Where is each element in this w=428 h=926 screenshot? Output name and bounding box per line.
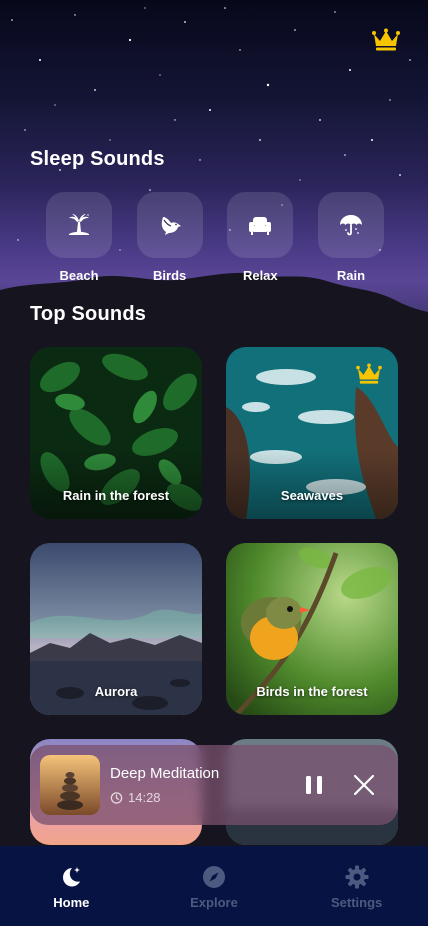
category-label: Relax bbox=[242, 268, 278, 283]
category-beach[interactable]: Beach bbox=[46, 192, 112, 283]
top-sounds-title: Top Sounds bbox=[30, 303, 147, 325]
player-thumbnail bbox=[40, 755, 100, 815]
sleep-categories: Beach Birds Relax Rain bbox=[46, 192, 384, 283]
card-label: Rain in the forest bbox=[62, 488, 170, 503]
sound-card-birds-in-the-forest[interactable]: Birds in the forest bbox=[226, 543, 398, 715]
category-label: Birds bbox=[153, 268, 187, 283]
category-birds-button[interactable] bbox=[136, 192, 203, 258]
umbrella-icon bbox=[339, 215, 362, 236]
armchair-icon bbox=[249, 217, 272, 235]
nav-home[interactable]: Home bbox=[21, 864, 121, 910]
timer-icon bbox=[110, 792, 123, 804]
palm-tree-icon bbox=[69, 214, 89, 235]
category-relax-button[interactable] bbox=[227, 192, 294, 258]
player-info: Deep Meditation 14:28 bbox=[110, 765, 302, 805]
sound-card-rain-in-the-forest[interactable]: Rain in the forest bbox=[30, 347, 202, 519]
card-label: Seawaves bbox=[280, 488, 344, 503]
nav-label: Explore bbox=[190, 895, 238, 910]
mini-player[interactable]: Deep Meditation 14:28 bbox=[30, 745, 398, 825]
moon-star-icon bbox=[63, 867, 81, 887]
nav-settings[interactable]: Settings bbox=[307, 864, 407, 910]
card-label: Aurora bbox=[94, 684, 138, 699]
stacked-stones-image bbox=[40, 755, 100, 815]
category-beach-button[interactable] bbox=[46, 192, 112, 258]
category-label: Beach bbox=[59, 268, 99, 283]
category-rain-button[interactable] bbox=[317, 192, 384, 258]
sleep-sounds-title: Sleep Sounds bbox=[30, 148, 165, 170]
crown-icon[interactable] bbox=[372, 28, 400, 52]
player-time-value: 14:28 bbox=[128, 790, 161, 805]
player-title: Deep Meditation bbox=[110, 765, 220, 782]
pause-button[interactable] bbox=[302, 773, 326, 797]
nav-label: Home bbox=[53, 895, 90, 910]
close-button[interactable] bbox=[352, 773, 376, 797]
sound-card-seawaves[interactable]: Seawaves bbox=[226, 347, 398, 519]
gear-icon bbox=[345, 865, 369, 889]
close-icon bbox=[353, 774, 375, 796]
card-label: Birds in the forest bbox=[256, 684, 368, 699]
nav-explore[interactable]: Explore bbox=[164, 864, 264, 910]
pause-icon bbox=[306, 776, 322, 794]
bottom-navigation: Home Explore Settings bbox=[0, 846, 428, 926]
bird-icon bbox=[161, 217, 181, 235]
compass-icon bbox=[202, 866, 225, 888]
sound-card-aurora[interactable]: Aurora bbox=[30, 543, 202, 715]
category-relax[interactable]: Relax bbox=[227, 192, 294, 283]
nav-label: Settings bbox=[330, 895, 383, 910]
category-birds[interactable]: Birds bbox=[136, 192, 203, 283]
premium-crown-icon bbox=[356, 363, 382, 384]
player-time: 14:28 bbox=[110, 790, 302, 805]
category-rain[interactable]: Rain bbox=[317, 192, 384, 283]
category-label: Rain bbox=[336, 268, 366, 283]
